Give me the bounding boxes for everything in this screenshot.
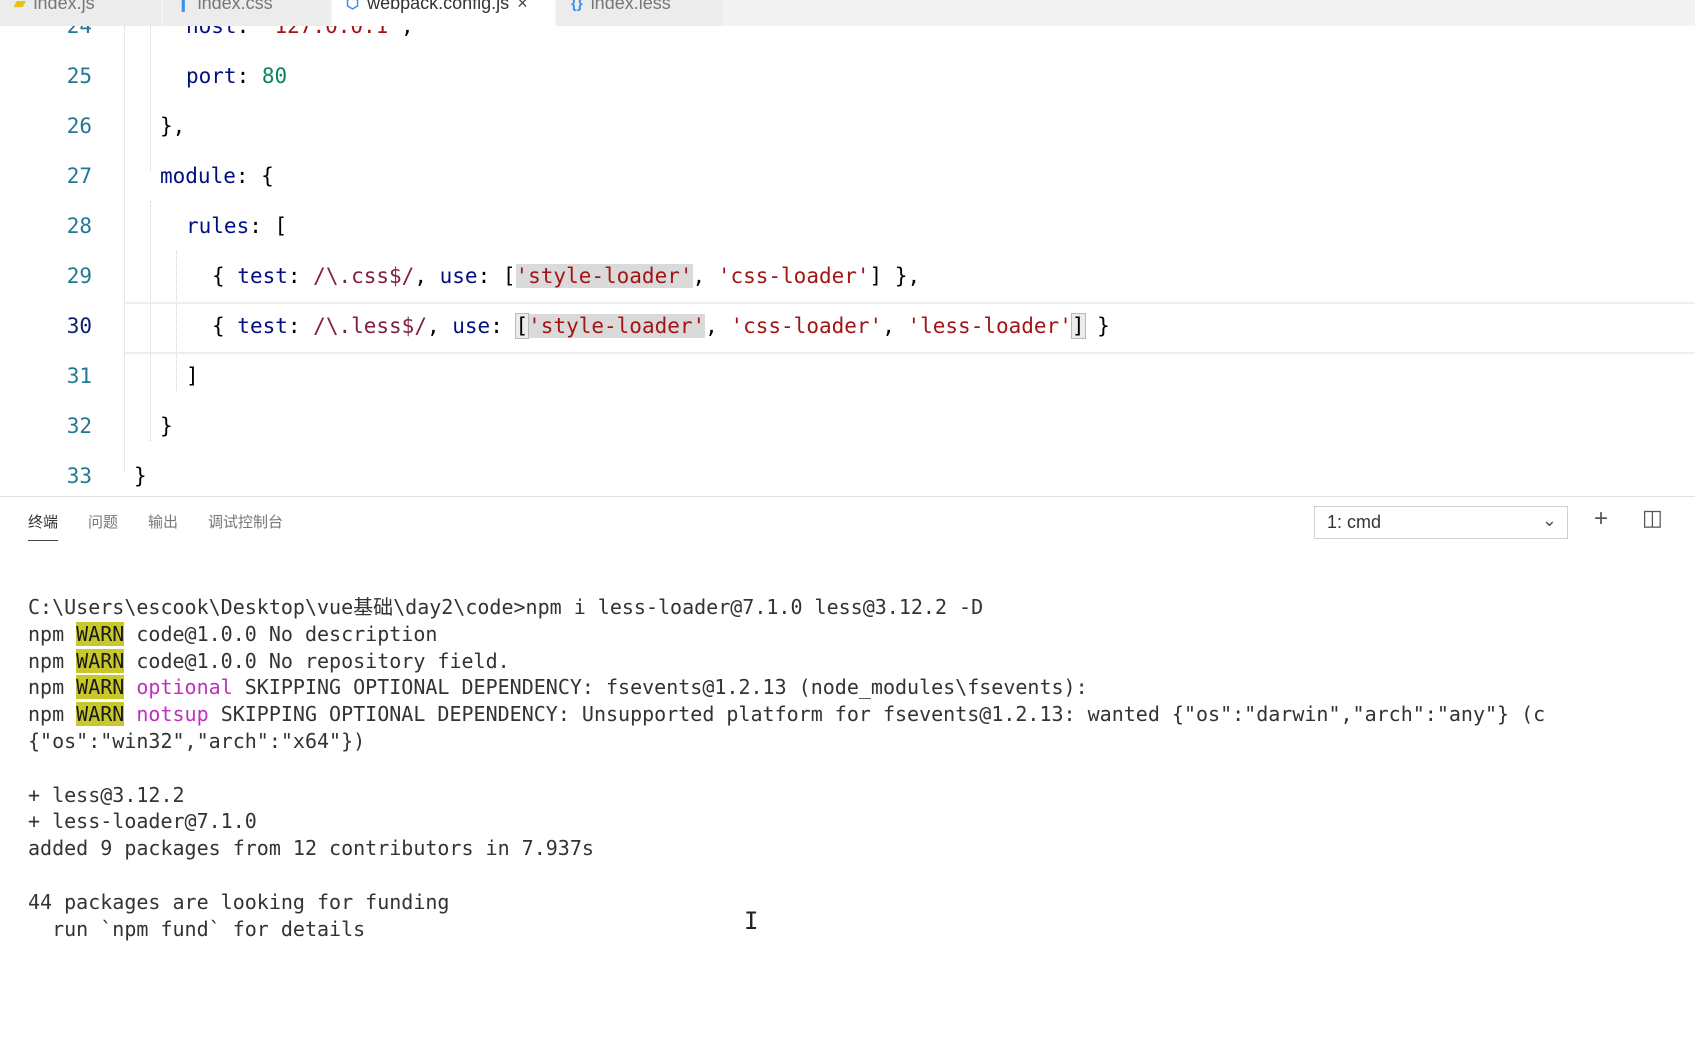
new-terminal-button[interactable]: + (1594, 505, 1608, 533)
bracket-match: [ (514, 313, 530, 339)
terminal-line: npm WARN optional SKIPPING OPTIONAL DEPE… (28, 675, 1088, 700)
terminal-line: npm WARN code@1.0.0 No description (28, 621, 438, 646)
code-line: 28 rules: [ (0, 201, 1695, 251)
tab-debug-console[interactable]: 调试控制台 (208, 511, 283, 541)
line-number: 33 (66, 464, 92, 488)
line-number: 28 (66, 214, 92, 238)
tab-output[interactable]: 输出 (148, 511, 178, 541)
terminal-line: added 9 packages from 12 contributors in… (28, 836, 594, 861)
code-text: } (160, 414, 173, 438)
webpack-file-icon: ⬡ (346, 0, 360, 12)
line-number: 24 (66, 26, 92, 38)
terminal-select-value: 1: cmd (1327, 512, 1382, 532)
line-number: 30 (66, 314, 92, 338)
line-number: 32 (66, 414, 92, 438)
terminal-select[interactable]: 1: cmd ⌄ (1314, 506, 1568, 539)
code-text: { test: /\.less$/, use: ['style-loader',… (212, 313, 1110, 339)
code-line: 26 }, (0, 101, 1695, 151)
terminal-line: C:\Users\escook\Desktop\vue基础\day2\code>… (28, 595, 984, 619)
terminal-line: + less@3.12.2 (28, 782, 185, 807)
bracket-match: ] (1070, 313, 1086, 339)
terminal-line: run `npm fund` for details (28, 916, 366, 941)
tab-terminal[interactable]: 终端 (28, 511, 59, 541)
chevron-down-icon: ⌄ (1541, 510, 1557, 530)
panel-tabs: 终端 问题 输出 调试控制台 (28, 511, 283, 541)
tab-label: webpack.config.js (367, 0, 510, 13)
line-number: 31 (66, 364, 92, 388)
js-file-icon: ▰ (14, 0, 26, 12)
code-text: { test: /\.css$/, use: ['style-loader', … (212, 264, 921, 288)
editor-tab-bar: ▰ index.js ❙ index.css ⬡ webpack.config.… (0, 0, 1695, 26)
tab-label: index.js (33, 0, 95, 13)
tab-problems[interactable]: 问题 (88, 511, 118, 541)
tab-index-less[interactable]: {} index.less (557, 0, 723, 26)
bottom-panel: 终端 问题 输出 调试控制台 1: cmd ⌄ + ◫ C:\Users\esc… (0, 496, 1695, 1050)
terminal-line: npm WARN notsup SKIPPING OPTIONAL DEPEND… (28, 702, 1546, 727)
line-number: 29 (66, 264, 92, 288)
less-file-icon: {} (571, 0, 583, 12)
code-line: 24 host: '127.0.0.1', (0, 26, 1695, 51)
code-line: 33 } (0, 451, 1695, 496)
terminal-line: + less-loader@7.1.0 (28, 809, 257, 834)
tab-index-css[interactable]: ❙ index.css (163, 0, 331, 26)
tab-label: index.css (197, 0, 273, 13)
line-number: 27 (66, 164, 92, 188)
line-number: 26 (66, 114, 92, 138)
code-text: rules: [ (186, 214, 288, 238)
code-line: 25 port: 80 (0, 51, 1695, 101)
code-text: host: '127.0.0.1', (186, 26, 414, 38)
code-line: 27 module: { (0, 151, 1695, 201)
code-line: 31 ] (0, 351, 1695, 401)
tab-webpack-config[interactable]: ⬡ webpack.config.js × (332, 0, 556, 26)
terminal-output[interactable]: C:\Users\escook\Desktop\vue基础\day2\code>… (28, 594, 1545, 942)
code-text: port: 80 (186, 64, 288, 88)
split-terminal-button[interactable]: ◫ (1642, 505, 1663, 531)
tab-label: index.less (590, 0, 671, 13)
code-text: module: { (160, 164, 274, 188)
css-file-icon: ❙ (177, 0, 190, 12)
line-number: 25 (66, 64, 92, 88)
code-line: 32 } (0, 401, 1695, 451)
terminal-line: 44 packages are looking for funding (28, 889, 450, 914)
tab-index-js[interactable]: ▰ index.js (0, 0, 162, 26)
code-line: 29 { test: /\.css$/, use: ['style-loader… (0, 251, 1695, 301)
close-icon[interactable]: × (517, 0, 528, 14)
code-text: }, (160, 114, 186, 138)
code-line: 30 { test: /\.less$/, use: ['style-loade… (0, 301, 1695, 351)
terminal-line: npm WARN code@1.0.0 No repository field. (28, 648, 510, 673)
text-cursor-icon: I (744, 907, 759, 935)
terminal-line: {"os":"win32","arch":"x64"}) (28, 728, 366, 753)
code-text: ] (186, 364, 199, 388)
code-text: } (134, 464, 147, 488)
code-editor[interactable]: 24 host: '127.0.0.1', 25 port: 80 26 }, … (0, 26, 1695, 496)
